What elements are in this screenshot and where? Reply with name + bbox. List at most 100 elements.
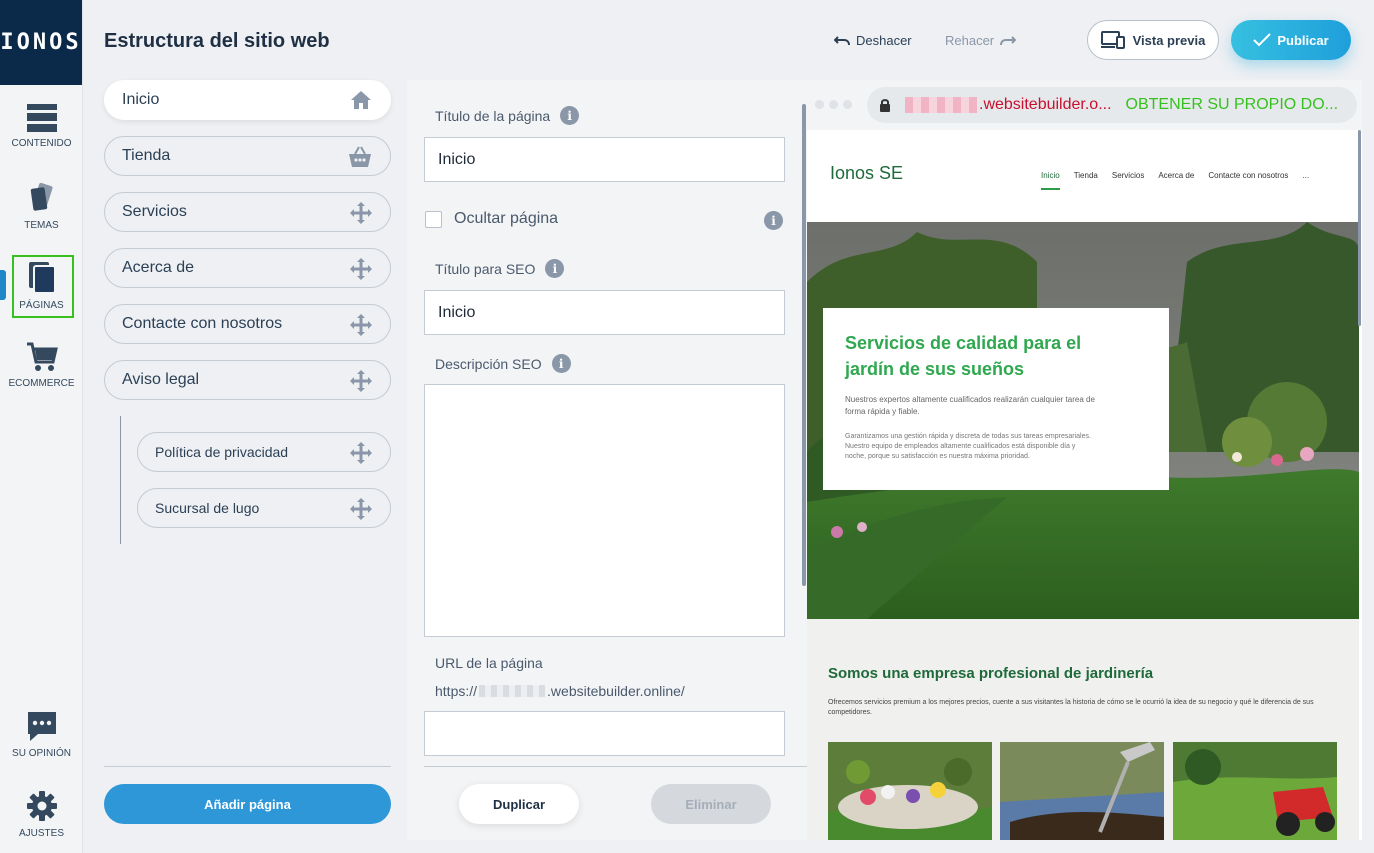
pages-icon — [28, 262, 56, 294]
seo-description-label-text: Descripción SEO — [435, 355, 542, 372]
site-nav-item[interactable]: Acerca de — [1158, 171, 1194, 190]
preview-button[interactable]: Vista previa — [1087, 20, 1219, 60]
get-domain-link[interactable]: OBTENER SU PROPIO DO... — [1126, 96, 1338, 114]
window-dots — [815, 100, 852, 109]
move-icon[interactable] — [350, 442, 372, 464]
divider — [424, 766, 807, 767]
rail-item-opinion[interactable]: SU OPINIÓN — [0, 710, 83, 759]
browser-bar: .websitebuilder.o... OBTENER SU PROPIO D… — [807, 80, 1362, 130]
publish-label: Publicar — [1277, 32, 1329, 48]
hero-text: Nuestros expertos altamente cualificados… — [845, 395, 1095, 416]
rail-label: AJUSTES — [18, 828, 64, 839]
move-icon[interactable] — [350, 498, 372, 520]
hide-page-label[interactable]: Ocultar página — [454, 210, 558, 228]
url-prefix: https:// — [435, 683, 478, 699]
page-item-servicios[interactable]: Servicios — [104, 192, 391, 232]
flower-bed-image — [828, 742, 992, 840]
site-logo[interactable]: Ionos SE — [830, 163, 903, 184]
site-nav: Inicio Tienda Servicios Acerca de Contac… — [1041, 171, 1309, 190]
page-item-label: Aviso legal — [122, 371, 200, 388]
hide-page-checkbox[interactable] — [425, 211, 442, 228]
duplicate-button[interactable]: Duplicar — [459, 784, 579, 824]
check-icon — [1253, 33, 1272, 47]
section-title: Somos una empresa profesional de jardine… — [828, 665, 1154, 682]
preview-scrollbar[interactable] — [1358, 130, 1361, 326]
content-icon — [26, 104, 57, 132]
delete-button[interactable]: Eliminar — [651, 784, 771, 824]
undo-button[interactable]: Deshacer — [834, 33, 912, 48]
add-page-button[interactable]: Añadir página — [104, 784, 391, 824]
info-icon[interactable]: i — [764, 211, 783, 230]
site-nav-item[interactable]: Inicio — [1041, 171, 1060, 190]
page-item-label: Servicios — [122, 203, 187, 220]
rail-item-temas[interactable]: TEMAS — [0, 182, 83, 231]
url-input[interactable] — [424, 711, 785, 756]
redo-label: Rehacer — [945, 33, 995, 48]
page-item-tienda[interactable]: Tienda — [104, 136, 391, 176]
page-item-label: Contacte con nosotros — [122, 315, 283, 332]
rail-item-ajustes[interactable]: AJUSTES — [0, 790, 83, 839]
move-icon[interactable] — [350, 258, 372, 280]
ionos-logo[interactable]: IONOS — [0, 0, 82, 85]
url-preview: https:// .websitebuilder.online/ — [435, 683, 685, 699]
left-rail: IONOS CONTENIDO TEMAS PÁGINAS ECOMMERCE … — [0, 0, 83, 853]
themes-icon — [30, 182, 53, 211]
seo-description-label: Descripción SEO i — [435, 354, 571, 373]
move-icon[interactable] — [350, 314, 372, 336]
form-scrollbar[interactable] — [802, 104, 806, 586]
gallery-image — [1000, 742, 1164, 840]
gallery-image — [1173, 742, 1337, 840]
site-nav-item[interactable]: Servicios — [1112, 171, 1144, 190]
page-item-label: Acerca de — [122, 259, 195, 276]
rail-label: SU OPINIÓN — [12, 748, 71, 759]
move-icon[interactable] — [350, 370, 372, 392]
page-item-aviso-legal[interactable]: Aviso legal — [104, 360, 391, 400]
rail-item-paginas[interactable]: PÁGINAS — [0, 262, 83, 311]
page-item-contacte[interactable]: Contacte con nosotros — [104, 304, 391, 344]
basket-icon — [349, 146, 371, 167]
url-suffix: .websitebuilder.online/ — [547, 683, 685, 699]
rail-label: CONTENIDO — [11, 138, 72, 149]
site-nav-item[interactable]: Contacte con nosotros — [1208, 171, 1288, 190]
info-icon[interactable]: i — [560, 106, 580, 125]
undo-icon — [834, 35, 850, 45]
gallery-image — [828, 742, 992, 840]
hero-title: Servicios de calidad para el jardín de s… — [845, 333, 1082, 379]
page-item-label: Política de privacidad — [155, 444, 289, 460]
seo-title-input[interactable]: Inicio — [424, 290, 785, 335]
devices-icon — [1100, 31, 1125, 49]
site-nav-item[interactable]: Tienda — [1074, 171, 1098, 190]
page-title-input[interactable]: Inicio — [424, 137, 785, 182]
info-icon[interactable]: i — [545, 259, 565, 278]
site-header: Ionos SE Inicio Tienda Servicios Acerca … — [807, 130, 1359, 222]
url-label: URL de la página — [435, 655, 543, 671]
preview-label: Vista previa — [1132, 32, 1206, 48]
lock-icon — [880, 98, 890, 112]
cart-icon — [26, 342, 58, 371]
page-title-label-text: Título de la página — [435, 107, 551, 124]
site-preview: .websitebuilder.o... OBTENER SU PROPIO D… — [807, 80, 1362, 840]
address-bar[interactable]: .websitebuilder.o... OBTENER SU PROPIO D… — [867, 87, 1357, 123]
redo-button[interactable]: Rehacer — [945, 33, 1017, 48]
page-title: Estructura del sitio web — [104, 30, 330, 52]
redacted-subdomain — [905, 97, 977, 113]
info-icon[interactable]: i — [551, 354, 571, 373]
page-item-politica[interactable]: Política de privacidad — [137, 432, 391, 472]
page-item-inicio[interactable]: Inicio — [104, 80, 391, 120]
page-item-acerca-de[interactable]: Acerca de — [104, 248, 391, 288]
seo-description-textarea[interactable] — [424, 384, 785, 637]
subpage-tree-line — [120, 416, 121, 544]
undo-label: Deshacer — [856, 33, 912, 48]
rail-item-contenido[interactable]: CONTENIDO — [0, 104, 83, 149]
site-nav-item[interactable]: ... — [1302, 171, 1309, 190]
page-item-label: Sucursal de lugo — [155, 500, 260, 516]
page-item-sucursal[interactable]: Sucursal de lugo — [137, 488, 391, 528]
move-icon[interactable] — [350, 202, 372, 224]
rail-label: ECOMMERCE — [8, 378, 75, 389]
rail-item-ecommerce[interactable]: ECOMMERCE — [0, 342, 83, 389]
page-title-label: Título de la página i — [435, 106, 580, 125]
chat-icon — [27, 712, 56, 741]
rail-label: PÁGINAS — [19, 300, 64, 311]
publish-button[interactable]: Publicar — [1231, 20, 1351, 60]
rail-label: TEMAS — [24, 220, 59, 231]
